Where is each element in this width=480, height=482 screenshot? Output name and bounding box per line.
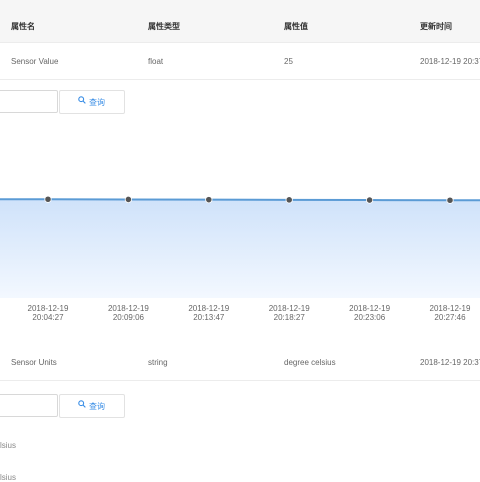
- data-point[interactable]: [124, 195, 132, 204]
- attr-type: string: [148, 358, 168, 367]
- attr-name: Sensor Units: [11, 358, 57, 367]
- data-point[interactable]: [365, 196, 374, 204]
- query-button-label: 查询: [89, 98, 105, 107]
- area-fill: [0, 199, 480, 298]
- x-tick-time: 20:18:27: [274, 313, 306, 322]
- time-range-input[interactable]: [0, 394, 58, 417]
- attr-time: 2018-12-19 20:37: [420, 57, 480, 66]
- table-header: 属性名 属性类型 属性值 更新时间: [0, 0, 480, 43]
- x-tick-time: 20:09:06: [113, 313, 145, 322]
- data-point[interactable]: [446, 196, 454, 204]
- x-tick-date: 2018-12-19: [28, 304, 69, 313]
- search-icon: [78, 96, 86, 104]
- x-tick-time: 20:13:47: [193, 313, 225, 322]
- x-tick-time: 20:04:27: [32, 313, 64, 322]
- x-tick-date: 2018-12-19: [349, 304, 390, 313]
- table-row[interactable]: Sensor Units string degree celsius 2018-…: [0, 344, 480, 381]
- col-header-name: 属性名: [11, 22, 35, 31]
- x-tick-date: 2018-12-19: [108, 304, 149, 313]
- x-tick-date: 2018-12-19: [269, 304, 310, 313]
- x-tick-time: 20:23:06: [354, 313, 386, 322]
- sensor-value-chart: 2018-12-1920:04:272018-12-1920:09:062018…: [0, 195, 480, 322]
- query-button-label: 查询: [89, 402, 105, 411]
- table-row[interactable]: Sensor Value float 25 2018-12-19 20:37: [0, 43, 480, 80]
- col-header-value: 属性值: [284, 22, 308, 31]
- attr-value: 25: [284, 57, 293, 66]
- col-header-time: 更新时间: [420, 22, 452, 31]
- search-icon: [78, 400, 86, 408]
- attr-value: degree celsius: [284, 358, 336, 367]
- attr-name: Sensor Value: [11, 57, 59, 66]
- time-range-input[interactable]: [0, 90, 58, 113]
- query-button[interactable]: 查询: [59, 90, 125, 114]
- col-header-type: 属性类型: [148, 22, 180, 31]
- data-point[interactable]: [285, 196, 293, 204]
- units-chart-label: lsius: [0, 441, 17, 450]
- x-tick-date: 2018-12-19: [188, 304, 229, 313]
- data-point[interactable]: [44, 195, 52, 203]
- series-line: [0, 198, 480, 202]
- data-point[interactable]: [205, 196, 213, 204]
- units-chart-label: lsius: [0, 473, 17, 482]
- x-tick-time: 20:27:46: [434, 313, 466, 322]
- x-tick-date: 2018-12-19: [430, 304, 471, 313]
- query-button[interactable]: 查询: [59, 394, 125, 418]
- attr-type: float: [148, 57, 164, 66]
- attr-time: 2018-12-19 20:37: [420, 358, 480, 367]
